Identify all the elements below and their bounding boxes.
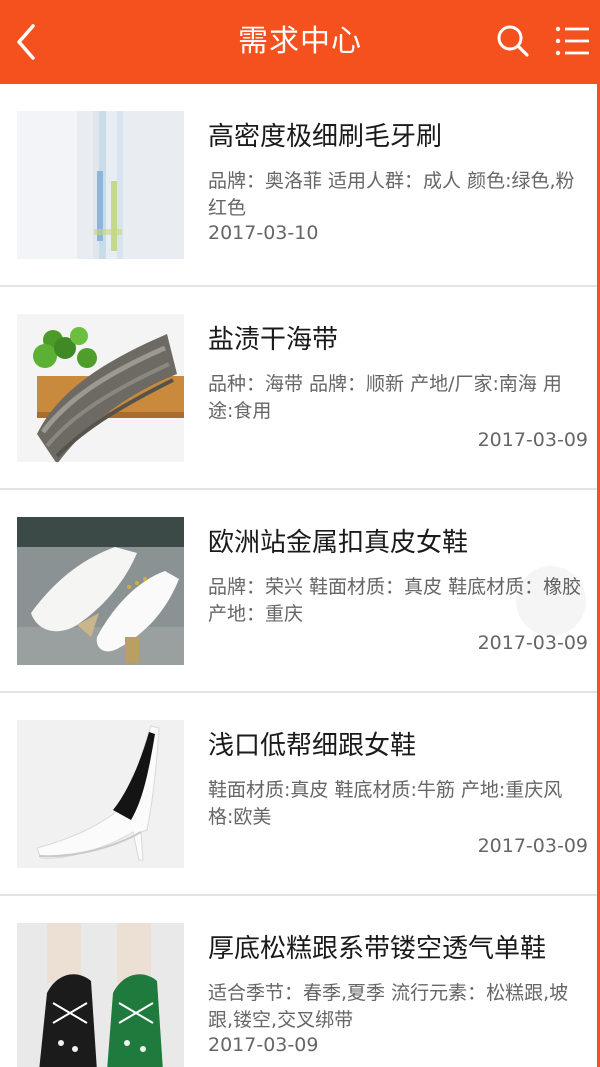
item-attributes: 鞋面材质:真皮 鞋底材质:牛筋 产地:重庆风格:欧美 <box>208 779 563 828</box>
item-date: 2017-03-09 <box>477 632 588 654</box>
product-image <box>17 720 184 868</box>
list-item[interactable]: 浅口低帮细跟女鞋 鞋面材质:真皮 鞋底材质:牛筋 产地:重庆风格:欧美 2017… <box>0 693 600 896</box>
demand-list[interactable]: 高密度极细刷毛牙刷 品牌：奥洛菲 适用人群：成人 颜色:绿色,粉红色 2017-… <box>0 84 600 1067</box>
item-date: 2017-03-10 <box>208 222 319 244</box>
item-attributes: 品种：海带 品牌：顺新 产地/厂家:南海 用途:食用 <box>208 373 562 422</box>
list-item[interactable]: 高密度极细刷毛牙刷 品牌：奥洛菲 适用人群：成人 颜色:绿色,粉红色 2017-… <box>0 84 600 287</box>
list-item[interactable]: 厚底松糕跟系带镂空透气单鞋 适合季节：春季,夏季 流行元素：松糕跟,坡跟,镂空,… <box>0 896 600 1067</box>
search-icon <box>497 25 529 57</box>
back-button[interactable] <box>4 14 48 70</box>
item-date: 2017-03-09 <box>477 429 588 451</box>
item-title: 厚底松糕跟系带镂空透气单鞋 <box>208 934 547 964</box>
leather-shoes-photo <box>17 517 184 665</box>
product-image <box>17 314 184 462</box>
menu-button[interactable] <box>550 18 596 64</box>
product-image <box>17 111 184 259</box>
top-bar: 需求中心 <box>0 0 600 84</box>
item-attributes: 品牌：荣兴 鞋面材质：真皮 鞋底材质：橡胶 产地：重庆 <box>208 576 582 625</box>
search-button[interactable] <box>490 18 536 64</box>
app-screen: 需求中心 高密度极细刷毛牙刷 品牌：奥洛菲 适用人群：成人 颜色:绿色,粉红色 … <box>0 0 600 1067</box>
item-date: 2017-03-09 <box>208 1034 319 1056</box>
toothbrush-photo <box>17 111 184 259</box>
product-image <box>17 517 184 665</box>
item-attributes: 适合季节：春季,夏季 流行元素：松糕跟,坡跟,镂空,交叉绑带 <box>208 982 569 1031</box>
item-title: 盐渍干海带 <box>208 325 339 355</box>
item-title: 欧洲站金属扣真皮女鞋 <box>208 528 469 558</box>
item-attributes: 品牌：奥洛菲 适用人群：成人 颜色:绿色,粉红色 <box>208 170 575 219</box>
item-title: 浅口低帮细跟女鞋 <box>208 731 417 761</box>
dried-kelp-photo <box>17 314 184 462</box>
platform-shoes-photo <box>17 923 184 1067</box>
white-heel-photo <box>17 720 184 868</box>
list-item[interactable]: 欧洲站金属扣真皮女鞋 品牌：荣兴 鞋面材质：真皮 鞋底材质：橡胶 产地：重庆 2… <box>0 490 600 693</box>
item-title: 高密度极细刷毛牙刷 <box>208 122 443 152</box>
list-menu-icon <box>555 26 589 56</box>
list-item[interactable]: 盐渍干海带 品种：海带 品牌：顺新 产地/厂家:南海 用途:食用 2017-03… <box>0 287 600 490</box>
product-image <box>17 923 184 1067</box>
chevron-left-icon <box>17 24 35 60</box>
item-date: 2017-03-09 <box>477 835 588 857</box>
